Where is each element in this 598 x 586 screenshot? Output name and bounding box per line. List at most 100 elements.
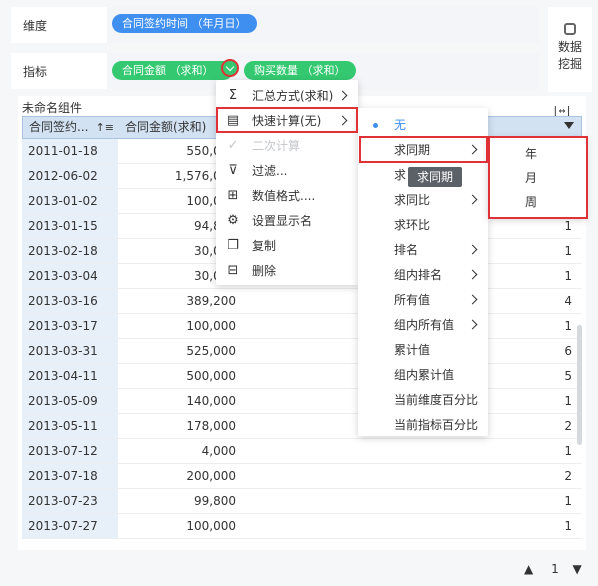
amount-cell: 100,000 — [186, 319, 236, 333]
metric-label: 指标 — [23, 65, 48, 79]
page-number: 1 — [551, 562, 559, 576]
amount-cell: 140,000 — [186, 394, 236, 408]
chevron-right-icon — [467, 144, 478, 155]
date-cell: 2011-01-18 — [22, 139, 118, 163]
data-mining-icon — [564, 23, 576, 35]
check-icon: ✓ — [227, 138, 239, 153]
table-row[interactable]: 2013-04-11 500,000 5 — [22, 364, 582, 389]
quick-calc-option-label: 累计值 — [394, 343, 431, 357]
quick-calc-option-label: 求同比 — [394, 193, 431, 207]
data-mining-button[interactable]: 数据 挖掘 — [548, 7, 592, 92]
table-row[interactable]: 2013-05-11 178,000 2 — [22, 414, 582, 439]
quick-calc-option-label: 组内所有值 — [394, 318, 455, 332]
quick-calc-option-10[interactable]: 组内累计值 — [358, 363, 488, 387]
quick-calc-option-label: 排名 — [394, 243, 419, 257]
period-option-0[interactable]: 年 — [488, 142, 586, 166]
table-row[interactable]: 2013-07-12 4,000 1 — [22, 439, 582, 464]
amount-cell: 100,000 — [186, 519, 236, 533]
date-cell: 2013-07-27 — [22, 514, 118, 538]
quick-calc-option-8[interactable]: 组内所有值 — [358, 313, 488, 337]
chevron-right-icon — [467, 244, 478, 255]
quick-calc-option-9[interactable]: 累计值 — [358, 338, 488, 362]
amount-cell: 178,000 — [186, 419, 236, 433]
period-option-label: 周 — [525, 195, 538, 209]
header-dropdown-triangle-icon[interactable] — [564, 122, 574, 129]
menu-item-label: 复制 — [252, 239, 277, 253]
period-option-2[interactable]: 周 — [488, 190, 586, 214]
date-cell: 2013-01-02 — [22, 189, 118, 213]
menu-item-6[interactable]: ❐ 复制 — [216, 234, 358, 258]
quantity-cell: 2 — [564, 469, 572, 483]
table-row[interactable]: 2013-03-31 525,000 6 — [22, 339, 582, 364]
date-cell: 2013-07-12 — [22, 439, 118, 463]
same-period-submenu: 年月周 — [488, 137, 586, 218]
metric-context-menu: Σ 汇总方式(求和) ▤ 快速计算(无) ✓ 二次计算 ⊽ 过滤... ⊞ 数值格式.... ⚙ 设置… — [216, 80, 358, 285]
quick-calc-option-3[interactable]: 求同比 — [358, 188, 488, 212]
menu-item-label: 二次计算 — [252, 139, 301, 153]
chevron-right-icon — [467, 269, 478, 280]
column-header-amount-label: 合同金额(求和) — [125, 120, 207, 134]
data-mining-label-1: 数据 — [557, 40, 582, 54]
date-cell: 2012-06-02 — [22, 164, 118, 188]
amount-cell: 99,800 — [194, 494, 236, 508]
chevron-right-icon — [337, 90, 348, 101]
number-format-icon: ⊞ — [227, 188, 239, 203]
date-cell: 2013-07-18 — [22, 464, 118, 488]
quick-calc-option-7[interactable]: 所有值 — [358, 288, 488, 312]
period-option-1[interactable]: 月 — [488, 166, 586, 190]
quick-calc-option-5[interactable]: 排名 — [358, 238, 488, 262]
menu-item-4[interactable]: ⊞ 数值格式.... — [216, 184, 358, 208]
menu-item-label: 设置显示名 — [252, 214, 313, 228]
quick-calc-option-1[interactable]: 求同期 — [358, 138, 488, 162]
quick-calc-option-11[interactable]: 当前维度百分比 — [358, 388, 488, 412]
menu-item-3[interactable]: ⊽ 过滤... — [216, 159, 358, 183]
date-cell: 2013-07-23 — [22, 489, 118, 513]
column-header-date-label: 合同签约... — [29, 120, 89, 134]
pager: ▲ 1 ▼ — [524, 562, 582, 576]
calculator-icon: ▤ — [226, 113, 240, 128]
period-option-label: 年 — [525, 147, 538, 161]
amount-cell: 500,000 — [186, 369, 236, 383]
amount-cell: 4,000 — [201, 444, 236, 458]
table-row[interactable]: 2013-03-17 100,000 1 — [22, 314, 582, 339]
page-select-chevron-down-icon[interactable]: ▼ — [573, 562, 582, 576]
quick-calc-option-label: 组内排名 — [394, 268, 443, 282]
date-cell: 2013-03-04 — [22, 264, 118, 288]
vertical-scrollbar[interactable] — [577, 325, 582, 445]
filter-icon: ⊽ — [228, 163, 238, 178]
menu-item-7[interactable]: ⊟ 删除 — [216, 259, 358, 283]
metric-pill-contract-amount[interactable]: 合同金额 （求和） — [112, 61, 233, 80]
sort-icon[interactable]: ↑≡ — [96, 117, 114, 138]
table-row[interactable]: 2013-07-18 200,000 2 — [22, 464, 582, 489]
amount-cell: 389,200 — [186, 294, 236, 308]
metric-pill-purchase-qty[interactable]: 购买数量 （求和） — [244, 61, 356, 80]
period-option-label: 月 — [525, 171, 538, 185]
date-cell: 2013-02-18 — [22, 239, 118, 263]
quick-calc-option-label: 当前指标百分比 — [394, 418, 479, 432]
table-row[interactable]: 2013-07-27 100,000 1 — [22, 514, 582, 539]
table-row[interactable]: 2013-05-09 140,000 1 — [22, 389, 582, 414]
table-row[interactable]: 2013-03-16 389,200 4 — [22, 289, 582, 314]
sigma-icon: Σ — [228, 88, 238, 103]
quick-calc-option-12[interactable]: 当前指标百分比 — [358, 413, 488, 437]
chevron-right-icon — [467, 319, 478, 330]
quick-calc-option-4[interactable]: 求环比 — [358, 213, 488, 237]
date-cell: 2013-01-15 — [22, 214, 118, 238]
dimension-pill-contract-date[interactable]: 合同签约时间 （年月日） — [112, 14, 257, 33]
menu-item-1[interactable]: ▤ 快速计算(无) — [216, 109, 358, 133]
quick-calc-option-6[interactable]: 组内排名 — [358, 263, 488, 287]
metric-dropdown-chevron-icon[interactable] — [221, 59, 239, 77]
quick-calc-option-label: 组内累计值 — [394, 368, 455, 382]
quick-calc-option-0[interactable]: 无 — [358, 113, 488, 137]
column-header-contract-date[interactable]: 合同签约... ↑≡ — [23, 117, 119, 138]
tooltip: 求同期 — [408, 167, 462, 187]
menu-item-0[interactable]: Σ 汇总方式(求和) — [216, 84, 358, 108]
menu-item-5[interactable]: ⚙ 设置显示名 — [216, 209, 358, 233]
page-up-icon[interactable]: ▲ — [524, 562, 533, 576]
dimension-drop-zone[interactable]: 合同签约时间 （年月日） — [107, 7, 539, 43]
dimension-row: 维度 合同签约时间 （年月日） — [11, 7, 539, 43]
date-cell: 2013-05-09 — [22, 389, 118, 413]
data-mining-label-2: 挖掘 — [557, 57, 582, 71]
quick-calc-option-label: 求 — [394, 168, 407, 182]
table-row[interactable]: 2013-07-23 99,800 1 — [22, 489, 582, 514]
